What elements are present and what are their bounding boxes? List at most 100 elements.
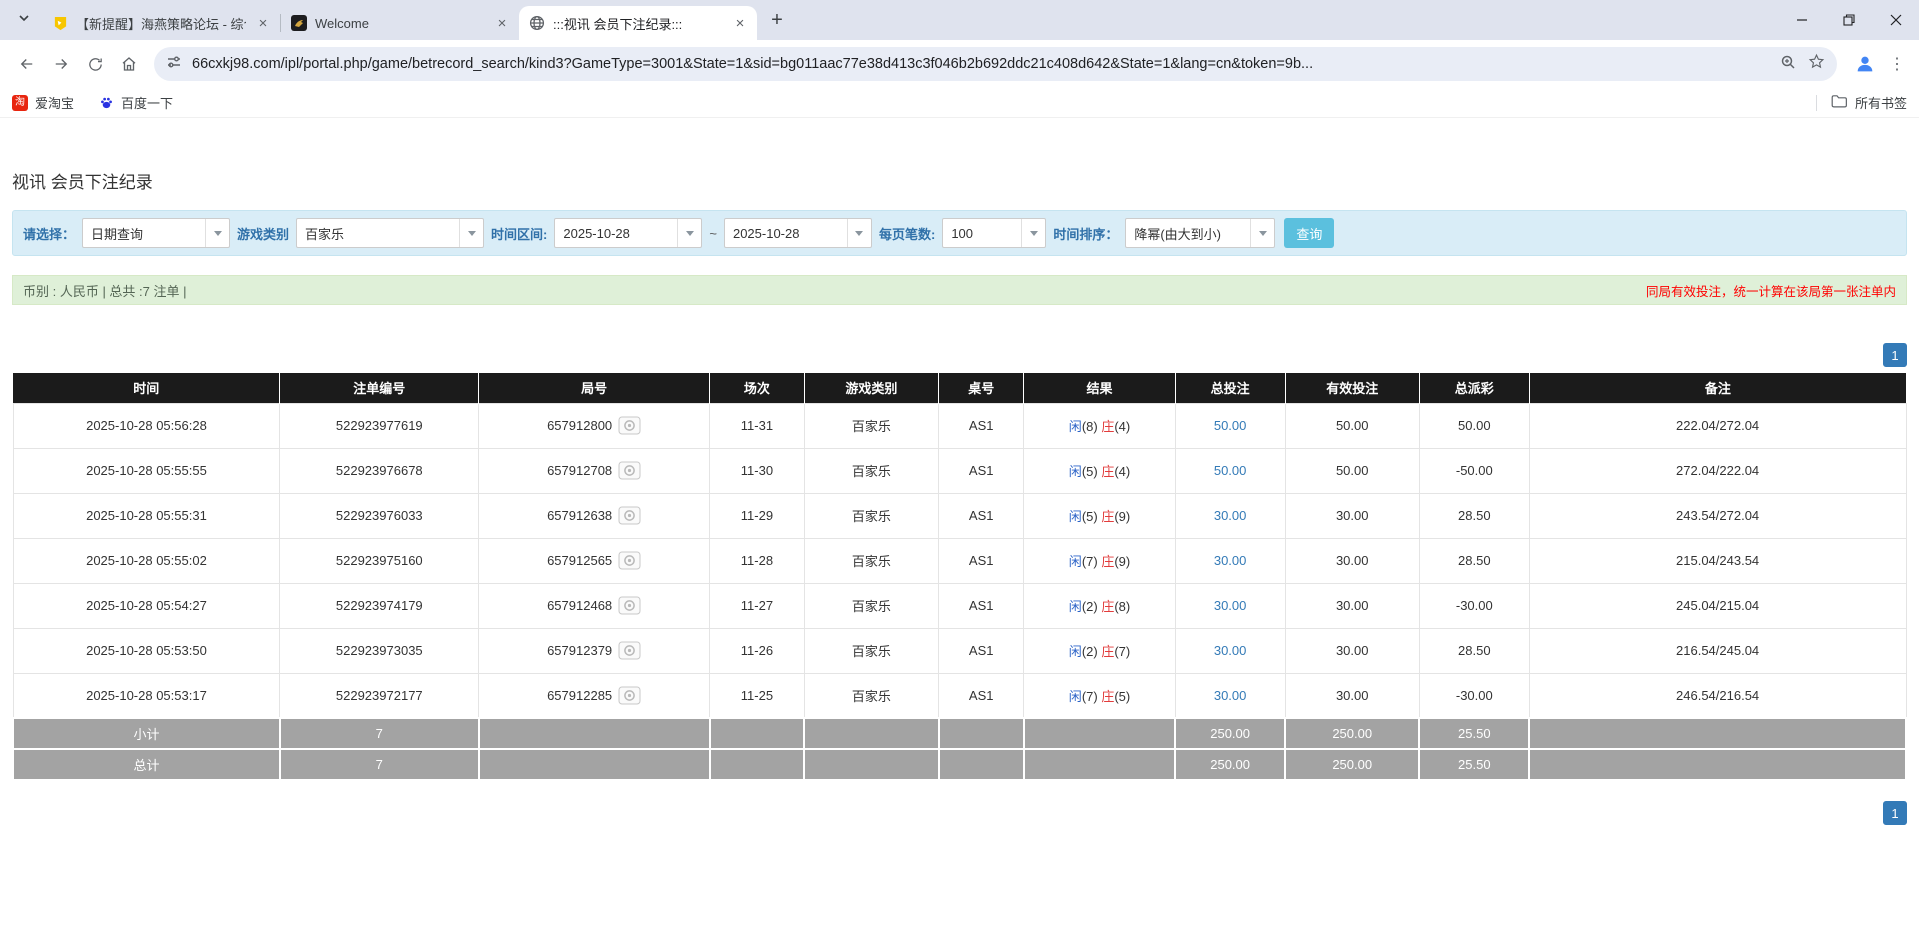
- forward-button[interactable]: [44, 47, 78, 81]
- bookmark-label: 百度一下: [121, 93, 173, 112]
- cell-time: 2025-10-28 05:55:02: [13, 538, 280, 583]
- reload-button[interactable]: [78, 47, 112, 81]
- result-banker: 庄: [1101, 689, 1114, 704]
- result-player-num: (7): [1082, 554, 1098, 569]
- date-from-select[interactable]: 2025-10-28: [554, 218, 702, 248]
- video-replay-icon[interactable]: [618, 686, 641, 705]
- bookmark-taobao[interactable]: 淘 爱淘宝: [12, 93, 74, 112]
- column-header: 场次: [710, 373, 805, 403]
- bookmark-star-icon[interactable]: [1808, 53, 1825, 75]
- tab-bet-records[interactable]: :::视讯 会员下注纪录::: ×: [519, 6, 757, 40]
- column-header: 注单编号: [280, 373, 479, 403]
- total-total-bet: 250.00: [1175, 749, 1285, 780]
- bookmarks-divider: [1816, 95, 1817, 111]
- new-tab-button[interactable]: +: [763, 6, 791, 34]
- round-number: 657912565: [547, 553, 612, 568]
- close-button[interactable]: [1872, 0, 1919, 40]
- sort-label: 时间排序：: [1053, 224, 1118, 243]
- site-info-icon[interactable]: [166, 54, 182, 75]
- cell-total-bet: 30.00: [1175, 493, 1285, 538]
- subtotal-count: 7: [280, 718, 479, 749]
- minimize-button[interactable]: [1778, 0, 1825, 40]
- url-text[interactable]: 66cxkj98.com/ipl/portal.php/game/betreco…: [192, 56, 1770, 72]
- cell-session: 11-26: [710, 628, 805, 673]
- sort-select[interactable]: 降幂(由大到小): [1125, 218, 1275, 248]
- result-banker-num: (7): [1114, 644, 1130, 659]
- cell-game: 百家乐: [804, 493, 938, 538]
- cell-round: 657912285: [479, 673, 710, 718]
- cell-session: 11-31: [710, 403, 805, 448]
- round-number: 657912468: [547, 598, 612, 613]
- video-replay-icon[interactable]: [618, 596, 641, 615]
- sort-value: 降幂(由大到小): [1126, 219, 1250, 247]
- cell-bet-id: 522923973035: [280, 628, 479, 673]
- cell-session: 11-27: [710, 583, 805, 628]
- cell-round: 657912379: [479, 628, 710, 673]
- cell-valid-bet: 30.00: [1285, 628, 1419, 673]
- cell-table: AS1: [939, 673, 1024, 718]
- cell-time: 2025-10-28 05:55:55: [13, 448, 280, 493]
- total-bet-link[interactable]: 30.00: [1214, 508, 1247, 523]
- welcome-favicon: [291, 15, 307, 31]
- tab-haiyan-forum[interactable]: 【新提醒】海燕策略论坛 - 综合 ×: [42, 6, 280, 40]
- date-range-tilde: ~: [709, 226, 717, 241]
- tab-search-button[interactable]: [10, 6, 38, 34]
- query-type-select[interactable]: 日期查询: [82, 218, 230, 248]
- tab-close-icon[interactable]: ×: [254, 14, 272, 32]
- cell-bet-id: 522923974179: [280, 583, 479, 628]
- back-button[interactable]: [10, 47, 44, 81]
- tab-close-icon[interactable]: ×: [731, 14, 749, 32]
- video-replay-icon[interactable]: [618, 416, 641, 435]
- dropdown-arrow-icon[interactable]: [459, 219, 483, 247]
- address-bar[interactable]: 66cxkj98.com/ipl/portal.php/game/betreco…: [154, 47, 1837, 81]
- total-bet-link[interactable]: 30.00: [1214, 643, 1247, 658]
- page-size-select[interactable]: 100: [942, 218, 1046, 248]
- dropdown-arrow-icon[interactable]: [847, 219, 871, 247]
- page-number-button[interactable]: 1: [1883, 801, 1907, 825]
- dropdown-arrow-icon[interactable]: [1250, 219, 1274, 247]
- restore-button[interactable]: [1825, 0, 1872, 40]
- column-header: 局号: [479, 373, 710, 403]
- home-button[interactable]: [112, 47, 146, 81]
- bet-records-table: 时间注单编号局号场次游戏类别桌号结果总投注有效投注总派彩备注 2025-10-2…: [12, 373, 1907, 781]
- result-player: 闲: [1069, 644, 1082, 659]
- page-size-value: 100: [943, 219, 1021, 247]
- game-type-select[interactable]: 百家乐: [296, 218, 484, 248]
- video-replay-icon[interactable]: [618, 461, 641, 480]
- video-replay-icon[interactable]: [618, 551, 641, 570]
- total-bet-link[interactable]: 30.00: [1214, 553, 1247, 568]
- total-bet-link[interactable]: 50.00: [1214, 463, 1247, 478]
- cell-table: AS1: [939, 493, 1024, 538]
- tab-close-icon[interactable]: ×: [493, 14, 511, 32]
- profile-avatar[interactable]: [1849, 48, 1881, 80]
- dropdown-arrow-icon[interactable]: [205, 219, 229, 247]
- result-player: 闲: [1069, 554, 1082, 569]
- cell-session: 11-28: [710, 538, 805, 583]
- browser-menu-icon[interactable]: ⋮: [1885, 47, 1909, 81]
- page-number-button[interactable]: 1: [1883, 343, 1907, 367]
- video-replay-icon[interactable]: [618, 506, 641, 525]
- cell-time: 2025-10-28 05:53:50: [13, 628, 280, 673]
- result-player-num: (7): [1082, 689, 1098, 704]
- cell-valid-bet: 30.00: [1285, 493, 1419, 538]
- cell-game: 百家乐: [804, 448, 938, 493]
- date-to-value: 2025-10-28: [725, 219, 847, 247]
- cell-table: AS1: [939, 583, 1024, 628]
- bookmark-baidu[interactable]: 百度一下: [98, 93, 173, 112]
- dropdown-arrow-icon[interactable]: [1021, 219, 1045, 247]
- all-bookmarks[interactable]: 所有书签: [1816, 93, 1907, 112]
- bookmarks-bar: 淘 爱淘宝 百度一下 所有书签: [0, 88, 1919, 118]
- total-bet-link[interactable]: 30.00: [1214, 688, 1247, 703]
- search-button[interactable]: 查询: [1284, 218, 1334, 248]
- dropdown-arrow-icon[interactable]: [677, 219, 701, 247]
- total-bet-link[interactable]: 50.00: [1214, 418, 1247, 433]
- zoom-icon[interactable]: [1780, 54, 1796, 75]
- cell-result: 闲(8) 庄(4): [1024, 403, 1175, 448]
- total-bet-link[interactable]: 30.00: [1214, 598, 1247, 613]
- tab-welcome[interactable]: Welcome ×: [281, 6, 519, 40]
- cell-session: 11-25: [710, 673, 805, 718]
- video-replay-icon[interactable]: [618, 641, 641, 660]
- date-to-select[interactable]: 2025-10-28: [724, 218, 872, 248]
- column-header: 游戏类别: [804, 373, 938, 403]
- cell-round: 657912565: [479, 538, 710, 583]
